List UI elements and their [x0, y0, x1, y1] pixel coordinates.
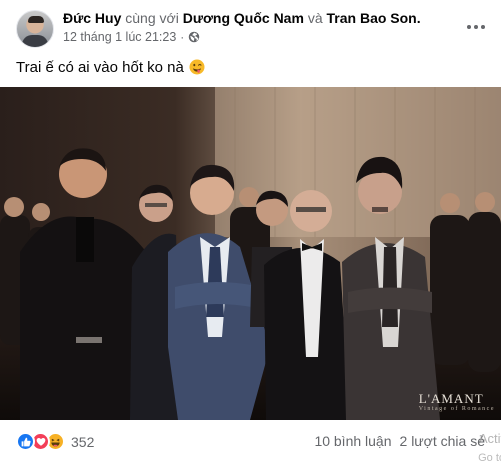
post-text: Trai ế có ai vào hốt ko nà [16, 58, 205, 78]
comments-count-link[interactable]: 10 bình luận [314, 433, 391, 449]
post-footer: 352 10 bình luận 2 lượt chia sẻ Activ Go … [0, 420, 501, 462]
watermark-subtext: Vintage of Romance [418, 406, 495, 412]
more-dot-icon [474, 25, 478, 29]
heart-icon [36, 437, 45, 446]
author-name-link[interactable]: Đức Huy [63, 10, 121, 26]
avatar-suit [22, 35, 48, 47]
thumbs-up-icon [21, 437, 31, 446]
tagged-user-link-1[interactable]: Dương Quốc Nam [183, 10, 304, 26]
post-photo[interactable]: L'AMANT Vintage of Romance [0, 87, 501, 420]
engagement-stats: 10 bình luận 2 lượt chia sẻ [314, 433, 485, 449]
more-dot-icon [467, 25, 471, 29]
reactions-summary[interactable]: 352 [16, 432, 94, 451]
activate-windows-hint: Activ [478, 431, 501, 446]
author-avatar[interactable] [16, 10, 54, 48]
avatar-hair [28, 16, 44, 23]
post-header: Đức Huy cùng với Dương Quốc Nam và Tran … [0, 0, 501, 52]
meta-separator: · [180, 30, 185, 44]
post-meta: 12 tháng 1 lúc 21:23 · [63, 29, 200, 45]
photo-watermark: L'AMANT Vintage of Romance [419, 391, 495, 412]
watermark-text: L'AMANT [418, 391, 484, 406]
event-photo-illustration [0, 87, 501, 420]
post-message: Trai ế có ai vào hốt ko nà [16, 59, 184, 76]
activate-windows-subhint: Go to [478, 452, 501, 462]
winking-tongue-emoji-icon [189, 59, 205, 75]
more-dot-icon [481, 25, 485, 29]
shares-count-link[interactable]: 2 lượt chia sẻ [400, 433, 485, 449]
and-text: và [307, 10, 323, 26]
globe-icon[interactable] [188, 31, 200, 43]
reaction-count: 352 [71, 433, 95, 450]
author-line: Đức Huy cùng với Dương Quốc Nam và Tran … [63, 9, 421, 27]
laughing-face-icon [51, 438, 60, 447]
more-options-button[interactable] [461, 12, 491, 42]
post-timestamp-link[interactable]: 12 tháng 1 lúc 21:23 [63, 29, 176, 45]
with-text: cùng với [125, 10, 179, 26]
like-icon [16, 432, 35, 451]
tagged-user-link-2[interactable]: Tran Bao Son. [327, 10, 421, 26]
